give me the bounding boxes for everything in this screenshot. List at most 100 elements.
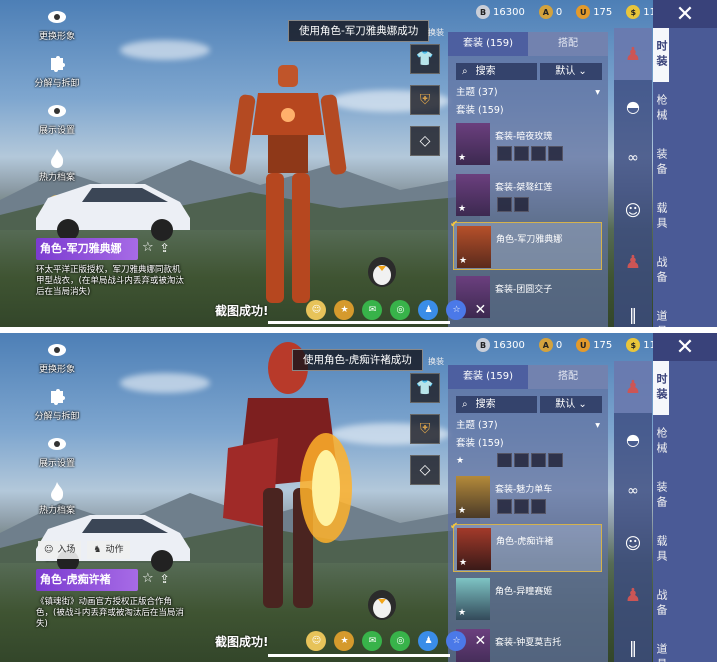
star-icon[interactable]: ☆ xyxy=(142,240,154,255)
emote-button[interactable]: ♞ 动作 xyxy=(87,541,130,559)
sort-dropdown[interactable]: 默认 ⌄ xyxy=(540,396,602,413)
part-icon xyxy=(514,499,529,514)
category-glasses[interactable]: ∞ xyxy=(614,132,652,184)
qq-icon[interactable]: ♟ xyxy=(418,631,439,651)
item-thumbnail: ★ xyxy=(456,578,490,620)
tab-guns[interactable]: 枪械 xyxy=(653,82,669,136)
close-icon[interactable]: ✕ xyxy=(474,633,486,649)
share-friend-icon[interactable]: ☺ xyxy=(306,631,327,651)
change-look-button[interactable]: 更换形象 xyxy=(28,339,86,375)
category-glasses[interactable]: ∞ xyxy=(614,465,652,517)
list-item[interactable]: ★ 角色-异瞳赛姬 xyxy=(453,575,602,623)
share-friend-icon[interactable]: ☺ xyxy=(306,300,327,320)
diamond-icon: ◇ xyxy=(419,462,431,478)
entrance-button[interactable]: ☺ 入场 xyxy=(38,541,82,559)
disassemble-button[interactable]: 分解与拆卸 xyxy=(28,53,86,89)
tab-match[interactable]: 搭配 xyxy=(528,365,608,389)
wardrobe-button[interactable]: 👕 xyxy=(410,44,440,74)
close-icon: ✕ xyxy=(675,334,695,360)
badge-button[interactable]: ⛨ xyxy=(410,85,440,115)
pants-icon: ‖ xyxy=(629,637,637,657)
star-icon[interactable]: ☆ xyxy=(142,571,154,586)
tab-suits[interactable]: 套装 (159) xyxy=(448,365,528,389)
tab-fashion[interactable]: 时装 xyxy=(653,361,669,415)
search-input[interactable]: ⌕ 搜索 xyxy=(456,396,537,413)
tab-props[interactable]: 道具 xyxy=(653,631,669,662)
category-body[interactable]: ♟ xyxy=(614,236,652,288)
category-mask[interactable]: ☺ xyxy=(614,184,652,236)
pants-icon: ‖ xyxy=(629,304,637,324)
wardrobe-button[interactable]: 👕 xyxy=(410,373,440,403)
category-mask[interactable]: ☺ xyxy=(614,517,652,569)
sort-dropdown[interactable]: 默认 ⌄ xyxy=(540,63,602,80)
tab-combat-prep[interactable]: 战备 xyxy=(653,244,669,298)
tab-suits[interactable]: 套装 (159) xyxy=(448,32,528,56)
category-hat[interactable]: ◓ xyxy=(614,80,652,132)
close-button[interactable]: ✕ xyxy=(653,0,717,28)
star-icon: ★ xyxy=(459,256,468,266)
main-categories: 时装 枪械 装备 载具 战备 道具 xyxy=(653,361,717,662)
screenshot-top: 更换形象 分解与拆卸 展示设置 热力档案 收藏家 角色-军刀雅典娜 ☆ ⇪ 环太… xyxy=(0,0,717,327)
tab-props[interactable]: 道具 xyxy=(653,298,669,327)
category-body[interactable]: ♟ xyxy=(614,569,652,621)
car-vehicle xyxy=(36,184,190,241)
list-item[interactable]: ★ 套装-魅力单车 xyxy=(453,473,602,521)
change-look-button[interactable]: 更换形象 xyxy=(28,6,86,42)
close-icon[interactable]: ✕ xyxy=(474,302,486,318)
wechat-icon[interactable]: ✉ xyxy=(362,300,383,320)
hat-icon: ◓ xyxy=(626,429,640,449)
screenshot-share-bar: 截图成功! ☺ ★ ✉ ◎ ♟ ☆ ✕ xyxy=(215,300,486,320)
list-item-selected[interactable]: ✔ ★ 角色-军刀雅典娜 xyxy=(450,219,602,270)
moments-icon[interactable]: ◎ xyxy=(390,300,411,320)
tab-guns[interactable]: 枪械 xyxy=(653,415,669,469)
display-settings-button[interactable]: 展示设置 xyxy=(28,433,86,469)
list-item[interactable]: ★ 套装-桀骜红莲 xyxy=(453,171,602,219)
tab-match[interactable]: 搭配 xyxy=(528,32,608,56)
tab-equipment[interactable]: 装备 xyxy=(653,136,669,190)
badge-button[interactable]: ⛨ xyxy=(410,414,440,444)
category-pants[interactable]: ‖ xyxy=(614,288,652,327)
bp-icon: B xyxy=(476,338,490,352)
wechat-icon[interactable]: ✉ xyxy=(362,631,383,651)
category-character[interactable]: ♟ xyxy=(614,28,652,80)
close-button[interactable]: ✕ xyxy=(653,333,717,361)
diamond-button[interactable]: ◇ xyxy=(410,126,440,156)
search-input[interactable]: ⌕ 搜索 xyxy=(456,63,537,80)
puzzle-icon xyxy=(46,386,68,408)
theme-row[interactable]: 主题 (37) ▾ xyxy=(448,417,608,435)
character-icon: ♟ xyxy=(624,376,642,398)
tab-fashion[interactable]: 时装 xyxy=(653,28,669,82)
diamond-button[interactable]: ◇ xyxy=(410,455,440,485)
role-name: 角色-军刀雅典娜 xyxy=(36,238,138,260)
eye-icon xyxy=(46,100,68,122)
display-settings-button[interactable]: 展示设置 xyxy=(28,100,86,136)
tab-equipment[interactable]: 装备 xyxy=(653,469,669,523)
category-pants[interactable]: ‖ xyxy=(614,621,652,662)
list-item[interactable]: ★ 套装-暗夜玫瑰 xyxy=(453,120,602,168)
category-hat[interactable]: ◓ xyxy=(614,413,652,465)
tab-vehicle[interactable]: 载具 xyxy=(653,523,669,577)
car-vehicle xyxy=(36,515,190,572)
bp-currency: B 16300 xyxy=(476,5,525,19)
tab-vehicle[interactable]: 载具 xyxy=(653,190,669,244)
qzone-icon[interactable]: ☆ xyxy=(446,631,467,651)
role-buttons: ☺ 入场 ♞ 动作 xyxy=(38,541,130,559)
category-character[interactable]: ♟ xyxy=(614,361,652,413)
list-item-selected[interactable]: ✔ ★ 角色-虎痴许褚 xyxy=(450,521,602,572)
list-item-partial[interactable]: ★ xyxy=(453,453,602,467)
uc-currency: U 175 xyxy=(576,5,612,19)
share-peace-icon[interactable]: ★ xyxy=(334,300,355,320)
shield-icon: ⛨ xyxy=(419,421,431,437)
qq-icon[interactable]: ♟ xyxy=(418,300,439,320)
theme-row[interactable]: 主题 (37) ▾ xyxy=(448,84,608,102)
part-icon xyxy=(531,146,546,161)
search-icon: ⌕ xyxy=(462,66,468,77)
item-thumbnail: ★ xyxy=(457,226,491,268)
share-icon[interactable]: ⇪ xyxy=(160,572,170,586)
share-icon[interactable]: ⇪ xyxy=(160,241,170,255)
disassemble-button[interactable]: 分解与拆卸 xyxy=(28,386,86,422)
moments-icon[interactable]: ◎ xyxy=(390,631,411,651)
tab-combat-prep[interactable]: 战备 xyxy=(653,577,669,631)
qzone-icon[interactable]: ☆ xyxy=(446,300,467,320)
share-peace-icon[interactable]: ★ xyxy=(334,631,355,651)
